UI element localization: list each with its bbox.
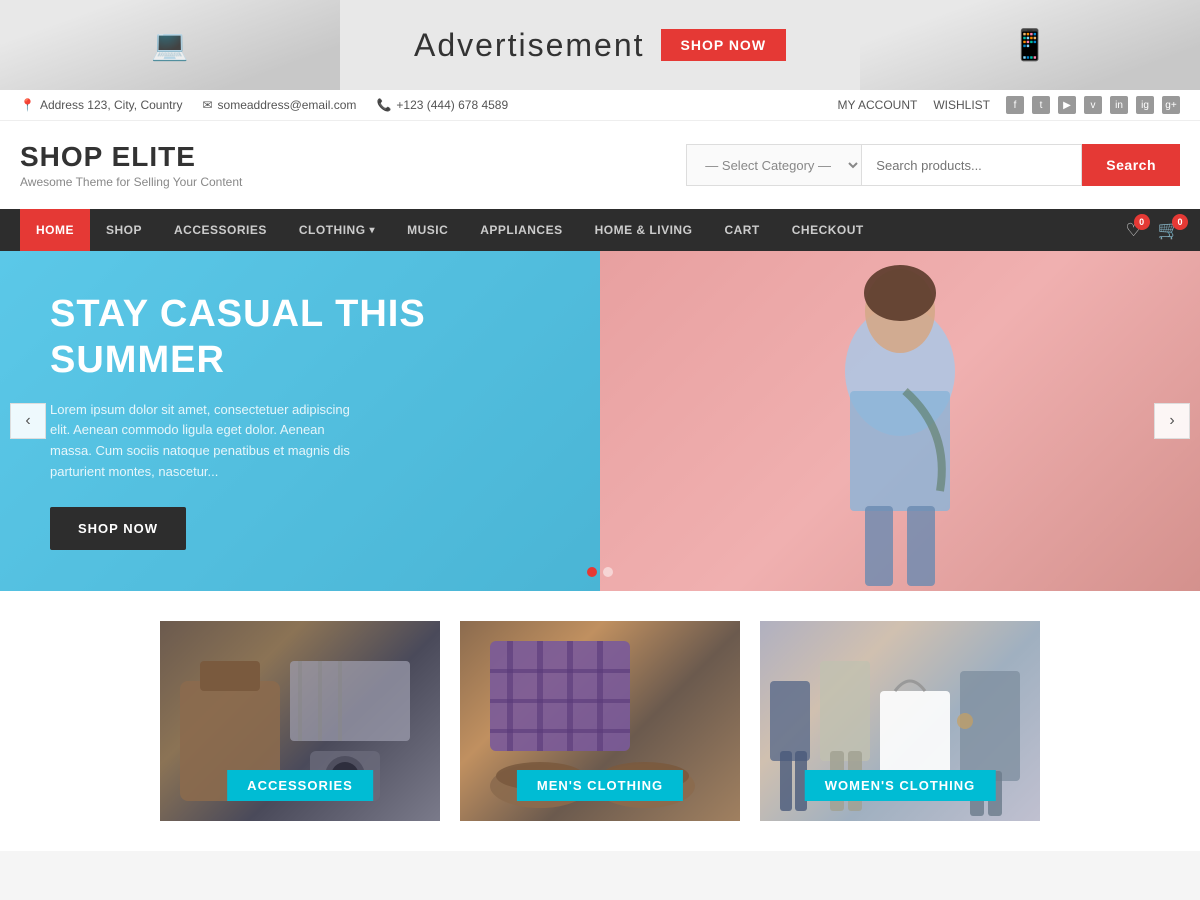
logo-area: SHOP ELITE Awesome Theme for Selling You… [20, 141, 242, 189]
mens-clothing-label: MEN'S CLOTHING [517, 770, 683, 801]
phone-item: 📞 +123 (444) 678 4589 [376, 98, 508, 112]
wishlist-link[interactable]: WISHLIST [933, 98, 990, 112]
navigation: HOME SHOP ACCESSORIES CLOTHING ▾ MUSIC A… [0, 209, 1200, 251]
hero-shop-now-button[interactable]: SHOP NOW [50, 507, 186, 550]
tablet-image: 📱 [860, 0, 1200, 90]
hero-next-button[interactable]: › [1154, 403, 1190, 439]
email-item: ✉ someaddress@email.com [202, 98, 356, 112]
email-text: someaddress@email.com [218, 98, 357, 112]
nav-item-checkout[interactable]: CHECKOUT [776, 209, 880, 251]
hero-title: STAY CASUAL THIS SUMMER [50, 292, 550, 383]
category-select[interactable]: — Select Category — [686, 144, 862, 186]
hero-prev-button[interactable]: ‹ [10, 403, 46, 439]
info-bar-right: MY ACCOUNT WISHLIST f t ▶ v in ig g+ [838, 96, 1180, 114]
phone-text: +123 (444) 678 4589 [396, 98, 508, 112]
nav-left: HOME SHOP ACCESSORIES CLOTHING ▾ MUSIC A… [20, 209, 880, 251]
womens-clothing-label: WOMEN'S CLOTHING [805, 770, 996, 801]
nav-item-home[interactable]: HOME [20, 209, 90, 251]
nav-cart-button[interactable]: 🛒 0 [1158, 220, 1180, 241]
nav-item-shop[interactable]: SHOP [90, 209, 158, 251]
hero-person-svg [750, 251, 1050, 591]
hero-slider: STAY CASUAL THIS SUMMER Lorem ipsum dolo… [0, 251, 1200, 591]
address-text: Address 123, City, Country [40, 98, 183, 112]
ad-title: Advertisement [414, 27, 645, 64]
nav-item-accessories[interactable]: ACCESSORIES [158, 209, 283, 251]
banner-left-decoration: 💻 [0, 0, 340, 90]
nav-item-cart[interactable]: CART [708, 209, 775, 251]
twitter-icon[interactable]: t [1032, 96, 1050, 114]
nav-item-appliances[interactable]: APPLIANCES [464, 209, 578, 251]
address-item: 📍 Address 123, City, Country [20, 98, 182, 112]
womens-clothing-card[interactable]: WOMEN'S CLOTHING [760, 621, 1040, 821]
accessories-label: ACCESSORIES [227, 770, 373, 801]
hero-dot-2[interactable] [603, 567, 613, 577]
nav-right: ♡ 0 🛒 0 [1125, 220, 1180, 241]
info-bar: 📍 Address 123, City, Country ✉ someaddre… [0, 90, 1200, 121]
category-section: ACCESSORIES MEN'S CLOTHING [0, 591, 1200, 851]
cart-badge: 0 [1172, 214, 1188, 230]
header: SHOP ELITE Awesome Theme for Selling You… [0, 121, 1200, 209]
linkedin-icon[interactable]: in [1110, 96, 1128, 114]
info-bar-left: 📍 Address 123, City, Country ✉ someaddre… [20, 98, 508, 112]
wishlist-badge: 0 [1134, 214, 1150, 230]
search-button[interactable]: Search [1082, 144, 1180, 186]
banner-right-decoration: 📱 [860, 0, 1200, 90]
ad-banner: 💻 📱 Advertisement SHOP NOW [0, 0, 1200, 90]
ad-shop-now-button[interactable]: SHOP NOW [661, 29, 787, 61]
mens-clothing-card[interactable]: MEN'S CLOTHING [460, 621, 740, 821]
my-account-link[interactable]: MY ACCOUNT [838, 98, 918, 112]
facebook-icon[interactable]: f [1006, 96, 1024, 114]
googleplus-icon[interactable]: g+ [1162, 96, 1180, 114]
hero-content: STAY CASUAL THIS SUMMER Lorem ipsum dolo… [0, 251, 600, 591]
hero-description: Lorem ipsum dolor sit amet, consectetuer… [50, 400, 370, 483]
social-icons: f t ▶ v in ig g+ [1006, 96, 1180, 114]
vimeo-icon[interactable]: v [1084, 96, 1102, 114]
nav-item-home-living[interactable]: HOME & LIVING [579, 209, 709, 251]
location-icon: 📍 [20, 98, 35, 112]
hero-dots [587, 567, 613, 577]
youtube-icon[interactable]: ▶ [1058, 96, 1076, 114]
laptop-image: 💻 [0, 0, 340, 90]
nav-item-clothing[interactable]: CLOTHING ▾ [283, 209, 391, 251]
email-icon: ✉ [202, 98, 212, 112]
ad-center: Advertisement SHOP NOW [414, 27, 786, 64]
clothing-label: CLOTHING [299, 223, 366, 237]
hero-image [600, 251, 1200, 591]
clothing-dropdown-icon: ▾ [370, 225, 376, 236]
search-area: — Select Category — Search [686, 144, 1180, 186]
logo-subtitle: Awesome Theme for Selling Your Content [20, 175, 242, 189]
nav-wishlist-button[interactable]: ♡ 0 [1125, 220, 1141, 241]
logo-title: SHOP ELITE [20, 141, 242, 173]
hero-dot-1[interactable] [587, 567, 597, 577]
search-input[interactable] [862, 144, 1082, 186]
accessories-card[interactable]: ACCESSORIES [160, 621, 440, 821]
nav-item-music[interactable]: MUSIC [391, 209, 464, 251]
phone-icon: 📞 [376, 98, 391, 112]
instagram-icon[interactable]: ig [1136, 96, 1154, 114]
